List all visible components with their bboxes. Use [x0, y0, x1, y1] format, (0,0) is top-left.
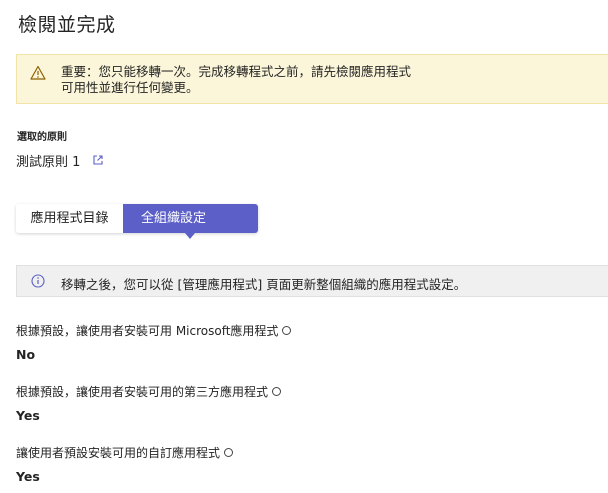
open-in-new-icon[interactable] — [92, 154, 104, 166]
policy-name: 測試原則 1 — [16, 154, 81, 170]
help-icon[interactable] — [282, 326, 292, 335]
info-banner: 移轉之後，您可以從 [管理應用程式] 頁面更新整個組織的應用程式設定。 — [16, 265, 608, 297]
info-icon — [31, 274, 45, 288]
setting-microsoft-apps: 根據預設，讓使用者安裝可用 Microsoft應用程式 No — [16, 322, 292, 362]
info-message: 移轉之後，您可以從 [管理應用程式] 頁面更新整個組織的應用程式設定。 — [61, 277, 467, 292]
tab-org-wide-settings[interactable]: 全組織設定 — [123, 204, 258, 239]
policy-row: 測試原則 1 — [16, 151, 104, 170]
help-icon[interactable] — [272, 387, 282, 396]
settings-tabs: 應用程式目錄 全組織設定 — [16, 204, 258, 239]
setting-third-party-apps: 根據預設，讓使用者安裝可用的第三方應用程式 Yes — [16, 383, 282, 423]
setting-label: 根據預設，讓使用者安裝可用的第三方應用程式 — [16, 385, 269, 399]
selected-policy-label: 選取的原則 — [17, 132, 67, 143]
warning-icon — [30, 65, 46, 80]
setting-value: Yes — [16, 469, 40, 484]
tab-app-catalog[interactable]: 應用程式目錄 — [16, 204, 123, 233]
warning-line-2: 可用性並進行任何變更。 — [61, 80, 199, 95]
setting-value: Yes — [16, 408, 40, 423]
warning-banner: 重要：您只能移轉一次。完成移轉程式之前，請先檢閱應用程式 可用性並進行任何變更。 — [16, 54, 608, 104]
warning-line-1: 重要：您只能移轉一次。完成移轉程式之前，請先檢閱應用程式 — [61, 64, 412, 79]
setting-value: No — [16, 347, 36, 362]
tab-org-wide-settings-label: 全組織設定 — [141, 211, 207, 226]
warning-message: 重要：您只能移轉一次。完成移轉程式之前，請先檢閱應用程式 可用性並進行任何變更。 — [61, 64, 411, 96]
page-title: 檢閱並完成 — [18, 14, 116, 36]
active-tab-pointer — [185, 233, 195, 239]
help-icon[interactable] — [224, 448, 234, 457]
setting-custom-apps: 讓使用者預設安裝可用的自訂應用程式 Yes — [16, 444, 234, 484]
setting-label: 根據預設，讓使用者安裝可用 Microsoft應用程式 — [16, 324, 279, 338]
setting-label: 讓使用者預設安裝可用的自訂應用程式 — [16, 446, 221, 460]
